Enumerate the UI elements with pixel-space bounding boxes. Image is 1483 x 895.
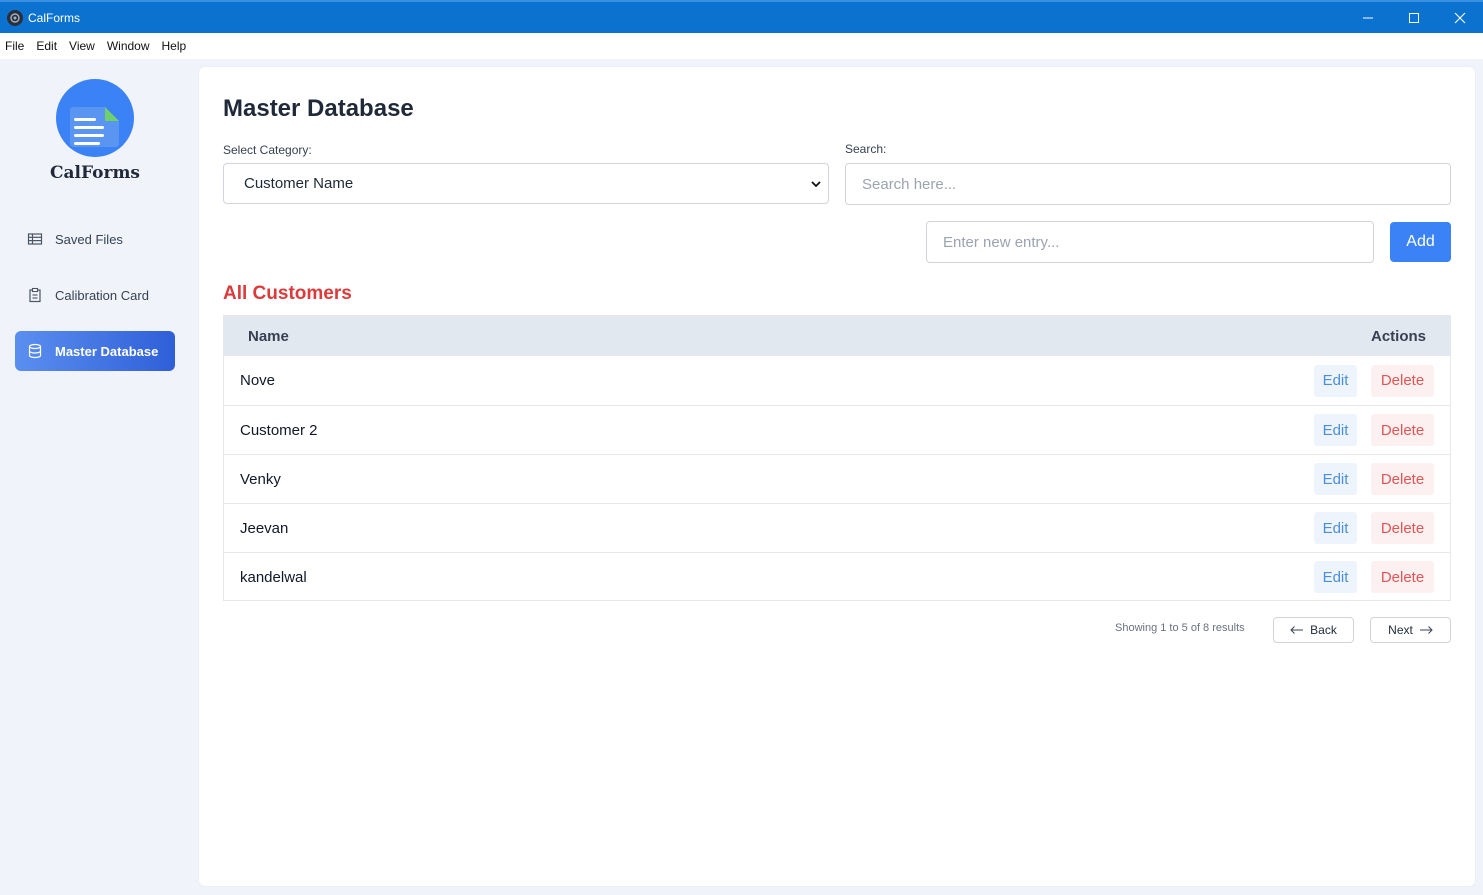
- column-header-actions: Actions: [1370, 327, 1426, 345]
- row-actions: Edit Delete: [1314, 463, 1434, 495]
- edit-button[interactable]: Edit: [1314, 512, 1357, 544]
- sidebar-item-label: Master Database: [55, 343, 159, 359]
- menu-window[interactable]: Window: [107, 39, 150, 53]
- menu-help[interactable]: Help: [162, 39, 187, 53]
- chevron-down-icon: [811, 181, 821, 188]
- close-icon: [1454, 12, 1466, 23]
- add-button[interactable]: Add: [1390, 222, 1451, 262]
- document-logo-icon: [70, 107, 119, 147]
- delete-button[interactable]: Delete: [1371, 512, 1434, 544]
- back-button[interactable]: Back: [1273, 617, 1354, 643]
- row-name: Nove: [240, 372, 276, 389]
- row-name: Customer 2: [240, 421, 318, 439]
- next-button[interactable]: Next: [1370, 617, 1451, 643]
- menu-edit[interactable]: Edit: [36, 39, 57, 53]
- edit-button[interactable]: Edit: [1314, 463, 1357, 495]
- brand-name: CalForms: [50, 163, 140, 183]
- new-entry-input[interactable]: Enter new entry...: [926, 221, 1374, 263]
- delete-button[interactable]: Delete: [1371, 414, 1434, 446]
- close-button[interactable]: [1437, 2, 1483, 33]
- table-row: Nove Edit Delete: [224, 356, 1450, 405]
- page-title: Master Database: [223, 95, 414, 122]
- row-actions: Edit Delete: [1314, 414, 1434, 446]
- row-name: Jeevan: [240, 519, 289, 537]
- customers-table: Name Actions Nove Edit Delete Customer 2…: [223, 315, 1451, 601]
- sidebar-item-label: Calibration Card: [55, 287, 149, 303]
- table-row: Customer 2 Edit Delete: [224, 405, 1450, 454]
- delete-button[interactable]: Delete: [1371, 463, 1434, 495]
- edit-button[interactable]: Edit: [1314, 561, 1357, 593]
- pagination-summary: Showing 1 to 5 of 8 results: [1115, 622, 1245, 634]
- menu-file[interactable]: File: [5, 39, 24, 53]
- menu-bar: File Edit View Window Help: [0, 33, 1483, 59]
- minimize-button[interactable]: [1345, 2, 1391, 33]
- main-panel: Master Database Select Category: Custome…: [199, 67, 1475, 886]
- database-icon: [28, 343, 42, 359]
- table-row: kandelwal Edit Delete: [224, 552, 1450, 601]
- row-actions: Edit Delete: [1314, 364, 1434, 397]
- sidebar-item-saved-files[interactable]: Saved Files: [15, 219, 175, 259]
- next-label: Next: [1388, 623, 1413, 637]
- arrow-right-icon: [1419, 626, 1433, 634]
- section-title: All Customers: [223, 283, 352, 304]
- row-name: Venky: [240, 470, 281, 488]
- search-placeholder: Search here...: [862, 175, 957, 193]
- table-header: Name Actions: [224, 316, 1450, 356]
- row-actions: Edit Delete: [1314, 561, 1434, 593]
- app-logo: [56, 79, 134, 157]
- table-icon: [27, 233, 43, 245]
- table-row: Jeevan Edit Delete: [224, 503, 1450, 552]
- app-icon: [7, 9, 23, 26]
- window-title: CalForms: [28, 10, 81, 25]
- row-name: kandelwal: [240, 568, 307, 586]
- clipboard-icon: [29, 287, 41, 303]
- sidebar-item-calibration-card[interactable]: Calibration Card: [15, 275, 175, 315]
- category-label: Select Category:: [223, 143, 312, 157]
- table-row: Venky Edit Delete: [224, 454, 1450, 503]
- search-label: Search:: [845, 142, 887, 156]
- menu-view[interactable]: View: [69, 39, 95, 53]
- sidebar-item-master-database[interactable]: Master Database: [15, 331, 175, 371]
- new-entry-placeholder: Enter new entry...: [943, 233, 1060, 251]
- maximize-icon: [1409, 12, 1419, 23]
- category-select[interactable]: Customer Name: [223, 163, 829, 204]
- title-bar: CalForms: [0, 0, 1483, 33]
- delete-button[interactable]: Delete: [1371, 561, 1434, 593]
- column-header-name: Name: [248, 327, 289, 345]
- sidebar: CalForms Saved Files Calibration Card Ma…: [0, 59, 199, 895]
- delete-button[interactable]: Delete: [1371, 364, 1434, 397]
- back-label: Back: [1310, 623, 1337, 637]
- sidebar-item-label: Saved Files: [55, 231, 123, 247]
- category-select-value: Customer Name: [244, 175, 354, 192]
- maximize-button[interactable]: [1391, 2, 1437, 33]
- edit-button[interactable]: Edit: [1314, 414, 1357, 446]
- arrow-left-icon: [1290, 626, 1304, 634]
- search-input[interactable]: Search here...: [845, 163, 1451, 205]
- edit-button[interactable]: Edit: [1314, 364, 1357, 397]
- row-actions: Edit Delete: [1314, 512, 1434, 544]
- minimize-icon: [1363, 17, 1373, 18]
